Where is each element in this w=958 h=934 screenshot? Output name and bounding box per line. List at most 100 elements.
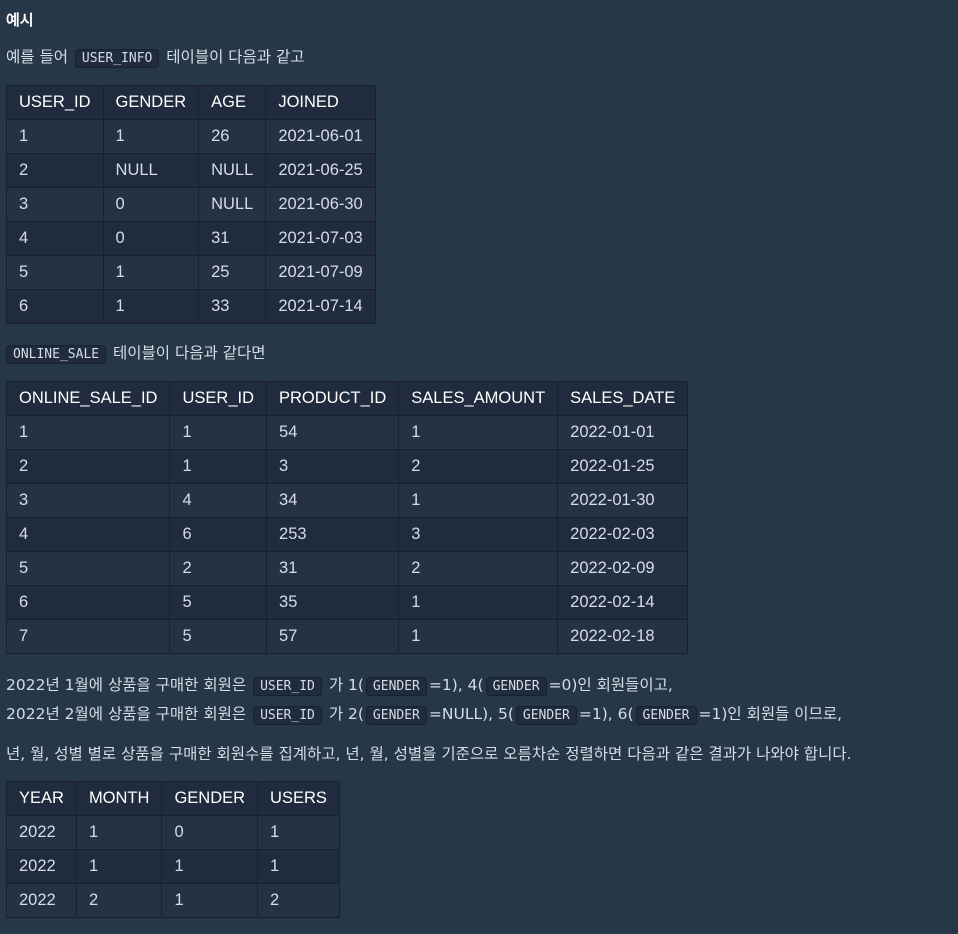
header-online-sale-id: ONLINE_SALE_ID	[5, 381, 171, 416]
table-cell: 1	[6, 119, 104, 154]
table-cell: 2022-01-01	[557, 415, 689, 450]
explanation-text: =1), 6(	[578, 705, 634, 723]
table-cell: 25	[198, 255, 267, 290]
table-row: 7 5 57 1 2022-02-18	[5, 619, 689, 654]
table-row: 1 1 54 1 2022-01-01	[5, 415, 689, 450]
table-cell: NULL	[102, 153, 200, 188]
explanation-text: 가 1(	[328, 676, 364, 694]
table-cell: 1	[5, 415, 171, 450]
table-cell: 3	[266, 449, 400, 484]
explanation-line-1: 2022년 1월에 상품을 구매한 회원은 USER_ID 가 1(GENDER…	[6, 674, 673, 698]
table-cell: 1	[398, 619, 559, 654]
table-cell: 7	[5, 619, 171, 654]
table-cell: 2022-02-09	[557, 551, 689, 586]
header-users: USERS	[257, 781, 340, 816]
table-row: 6 5 35 1 2022-02-14	[5, 585, 689, 620]
table-header-row: USER_ID GENDER AGE JOINED	[6, 85, 376, 120]
table-cell: 35	[266, 585, 400, 620]
table-cell: 4	[5, 517, 171, 552]
explanation-text: =0)인 회원들이고,	[548, 676, 673, 694]
user-id-code: USER_ID	[253, 677, 322, 696]
header-month: MONTH	[75, 781, 163, 816]
table-cell: 1	[169, 415, 268, 450]
table-cell: 1	[169, 449, 268, 484]
table-cell: 1	[75, 849, 163, 884]
section-heading: 예시	[6, 11, 34, 29]
table-cell: 31	[198, 221, 267, 256]
table-cell: 1	[398, 483, 559, 518]
table-cell: 6	[6, 289, 104, 324]
user-id-code: USER_ID	[253, 706, 322, 725]
gender-code: GENDER	[485, 677, 547, 696]
table-cell: NULL	[198, 187, 267, 222]
table-cell: 1	[102, 289, 200, 324]
table-cell: 6	[169, 517, 268, 552]
table-cell: 1	[102, 119, 200, 154]
table-cell: 2	[398, 449, 559, 484]
table-cell: 2022-01-25	[557, 449, 689, 484]
table-row: 3 4 34 1 2022-01-30	[5, 483, 689, 518]
table-cell: 5	[5, 551, 171, 586]
table-header-row: YEAR MONTH GENDER USERS	[6, 781, 340, 816]
table-row: 3 0 NULL 2021-06-30	[6, 187, 376, 222]
table-cell: 2	[398, 551, 559, 586]
table-row: 2 1 3 2 2022-01-25	[5, 449, 689, 484]
table-cell: 57	[266, 619, 400, 654]
table-row: 2022 1 0 1	[6, 815, 340, 850]
header-year: YEAR	[6, 781, 77, 816]
table-cell: 3	[5, 483, 171, 518]
table-cell: 5	[169, 585, 268, 620]
table-header-row: ONLINE_SALE_ID USER_ID PRODUCT_ID SALES_…	[5, 381, 689, 416]
table-cell: 4	[169, 483, 268, 518]
table-cell: 2022-01-30	[557, 483, 689, 518]
table-cell: 1	[398, 585, 559, 620]
explanation-line-2: 2022년 2월에 상품을 구매한 회원은 USER_ID 가 2(GENDER…	[6, 703, 842, 727]
table-cell: 1	[161, 883, 259, 918]
table-cell: 2	[75, 883, 163, 918]
table-cell: 5	[169, 619, 268, 654]
table-cell: 2021-06-25	[265, 153, 376, 188]
table-cell: 1	[398, 415, 559, 450]
table-cell: 2021-07-14	[265, 289, 376, 324]
table-cell: 1	[257, 815, 340, 850]
table-cell: 2022-02-14	[557, 585, 689, 620]
table-cell: 2021-07-03	[265, 221, 376, 256]
table-cell: 2022	[6, 883, 77, 918]
explanation-text: =1)인 회원들 이므로,	[698, 705, 843, 723]
table-cell: 2021-06-30	[265, 187, 376, 222]
table-cell: 1	[257, 849, 340, 884]
table-row: 1 1 26 2021-06-01	[6, 119, 376, 154]
online-sale-intro-suffix: 테이블이 다음과 같다면	[113, 344, 266, 362]
table-row: 2022 1 1 1	[6, 849, 340, 884]
intro-suffix: 테이블이 다음과 같고	[166, 48, 305, 66]
table-cell: 1	[75, 815, 163, 850]
gender-code: GENDER	[515, 706, 577, 725]
table-cell: 26	[198, 119, 267, 154]
header-age: AGE	[198, 85, 267, 120]
table-cell: 31	[266, 551, 400, 586]
table-cell: 2	[6, 153, 104, 188]
table-cell: 2	[5, 449, 171, 484]
table-cell: NULL	[198, 153, 267, 188]
table-cell: 6	[5, 585, 171, 620]
header-sales-amount: SALES_AMOUNT	[398, 381, 559, 416]
gender-code: GENDER	[365, 706, 427, 725]
gender-code: GENDER	[365, 677, 427, 696]
header-gender: GENDER	[161, 781, 259, 816]
table-row: 5 1 25 2021-07-09	[6, 255, 376, 290]
explanation-text: 가 2(	[328, 705, 364, 723]
table-cell: 2021-06-01	[265, 119, 376, 154]
table-cell: 2	[169, 551, 268, 586]
header-user-id: USER_ID	[6, 85, 104, 120]
table-cell: 2022	[6, 815, 77, 850]
header-sales-date: SALES_DATE	[557, 381, 689, 416]
gender-code: GENDER	[635, 706, 697, 725]
user-info-code: USER_INFO	[74, 49, 160, 68]
table-cell: 2	[257, 883, 340, 918]
explanation-text: 2022년 2월에 상품을 구매한 회원은	[6, 705, 247, 723]
table-cell: 3	[6, 187, 104, 222]
table-cell: 253	[266, 517, 400, 552]
table-row: 2 NULL NULL 2021-06-25	[6, 153, 376, 188]
explanation-line-3: 년, 월, 성별 별로 상품을 구매한 회원수를 집계하고, 년, 월, 성별을…	[6, 745, 852, 763]
table-cell: 34	[266, 483, 400, 518]
